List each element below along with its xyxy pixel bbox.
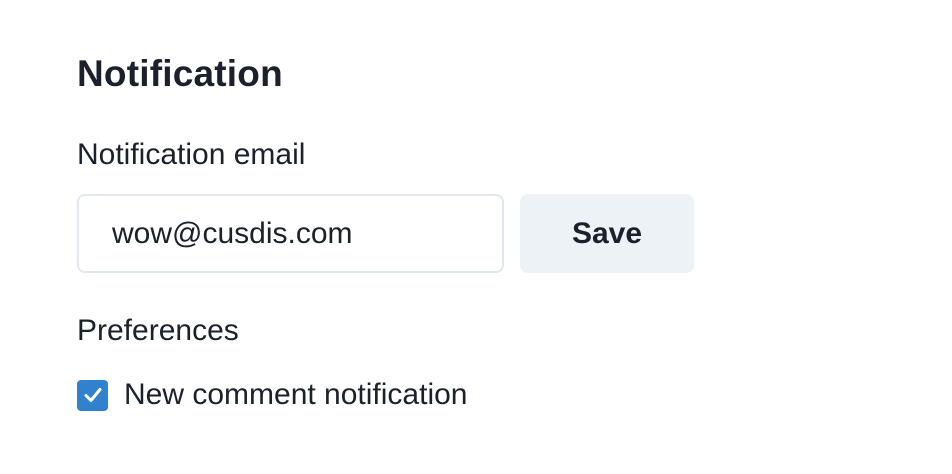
save-button[interactable]: Save [520, 194, 694, 273]
preferences-label: Preferences [77, 314, 239, 347]
new-comment-notification-option[interactable]: New comment notification [77, 377, 467, 413]
page-title: Notification [77, 53, 283, 94]
check-icon [84, 388, 101, 402]
notification-email-label: Notification email [77, 138, 306, 171]
new-comment-notification-checkbox[interactable] [77, 379, 108, 411]
notification-email-input[interactable] [77, 194, 504, 273]
new-comment-notification-label: New comment notification [124, 378, 468, 411]
